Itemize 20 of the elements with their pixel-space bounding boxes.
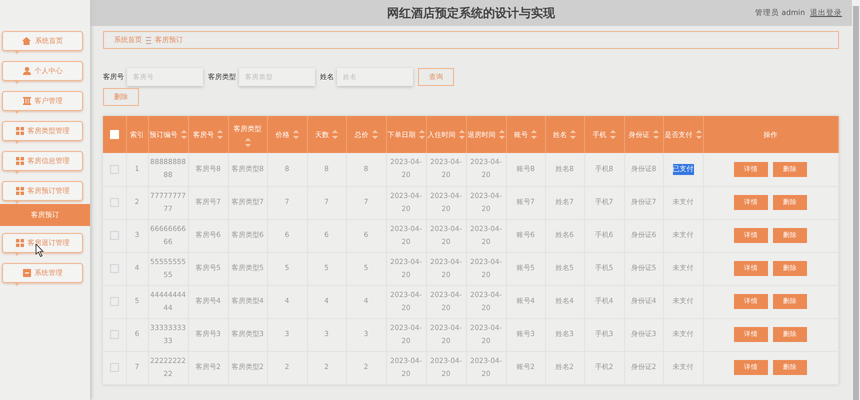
table-icon: [22, 97, 30, 105]
row-checkbox[interactable]: [110, 264, 119, 273]
row-checkbox[interactable]: [110, 231, 119, 240]
user-icon: [22, 67, 30, 75]
grid-icon: [16, 239, 24, 247]
separator-icon: [146, 36, 151, 44]
pointer-cursor-icon: [35, 244, 45, 257]
grid-icon: [16, 127, 24, 135]
row-checkbox[interactable]: [110, 330, 119, 339]
select-all-checkbox[interactable]: [110, 130, 119, 139]
row-checkbox[interactable]: [110, 297, 119, 306]
row-checkbox[interactable]: [110, 363, 119, 372]
scrollbar[interactable]: [852, 0, 860, 400]
grid-icon: [16, 187, 24, 195]
square-icon: [22, 269, 30, 277]
row-checkbox[interactable]: [110, 198, 119, 207]
app-title: 网红酒店预定系统的设计与实现: [387, 4, 555, 22]
home-icon: [22, 37, 31, 45]
row-checkbox[interactable]: [110, 164, 119, 174]
grid-icon: [16, 157, 24, 165]
